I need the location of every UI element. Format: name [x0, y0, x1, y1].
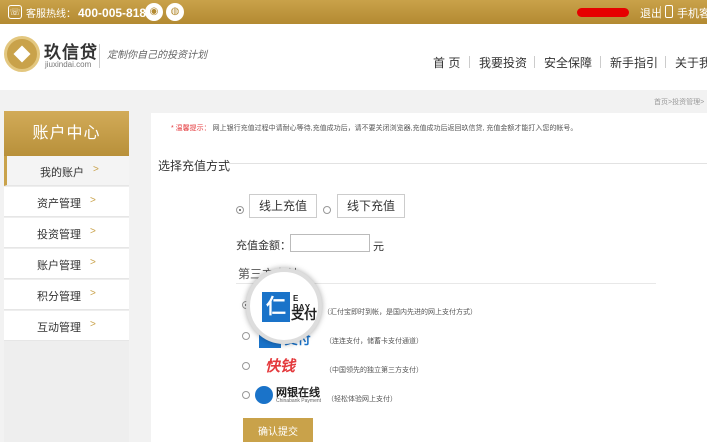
epay-logo-icon: 仁: [262, 292, 290, 322]
sidebar-item-investments[interactable]: 投资管理 >: [4, 218, 129, 248]
sidebar-item-assets[interactable]: 资产管理 >: [4, 187, 129, 217]
user-name-redacted: [577, 8, 629, 17]
notice-text: 网上银行充值过程中请耐心等待,充值成功后，请不要关闭浏览器,充值成功后返回玖信贷…: [212, 125, 578, 132]
sidebar-item-label: 资产管理: [37, 198, 81, 210]
submit-button[interactable]: 确认提交: [243, 418, 313, 442]
chevron-right-icon: >: [90, 226, 96, 237]
chinabank-logo-icon: [255, 386, 273, 404]
chevron-right-icon: >: [93, 164, 99, 175]
nav-divider: [469, 56, 470, 68]
top-bar: ☏ 客服热线：400-005-8181 ◉ ◍ 退出 手机客户端: [0, 0, 707, 24]
logout-link[interactable]: 退出: [640, 5, 662, 21]
chinabank-description: （轻松体验网上支付）: [327, 396, 397, 403]
kuaiqian-logo[interactable]: 快钱: [265, 355, 325, 377]
epay-description: （汇付宝即时到帐，是国内先进的网上支付方式）: [323, 309, 477, 316]
sidebar-item-interaction[interactable]: 互动管理 >: [4, 311, 129, 341]
slogan: 定制你自己的投资计划: [107, 50, 207, 61]
epay-logo-text: 支付: [291, 307, 318, 322]
chevron-right-icon: >: [90, 195, 96, 206]
account-sidebar: 账户中心 我的账户 > 资产管理 > 投资管理 > 账户管理 > 积分管理 > …: [4, 111, 129, 442]
online-recharge-radio[interactable]: [236, 206, 244, 214]
offline-recharge-button[interactable]: 线下充值: [337, 194, 405, 218]
chevron-right-icon: >: [90, 288, 96, 299]
notice-warning-label: * 温馨提示：: [171, 125, 211, 132]
nav-security[interactable]: 安全保障: [544, 54, 592, 71]
sidebar-item-label: 我的账户: [40, 167, 84, 179]
logo-domain: jiuxindai.com: [45, 60, 92, 69]
logo-icon[interactable]: [4, 36, 40, 72]
hotline-number: 400-005-8181: [78, 6, 153, 20]
sidebar-item-label: 互动管理: [37, 322, 81, 334]
online-recharge-button[interactable]: 线上充值: [249, 194, 317, 218]
kuaiqian-radio[interactable]: [242, 362, 250, 370]
wechat-icon[interactable]: ◍: [166, 3, 184, 21]
nav-divider: [534, 56, 535, 68]
nav-invest[interactable]: 我要投资: [479, 54, 527, 71]
section-title: 选择充值方式: [158, 159, 231, 173]
hotline-label: 客服热线：: [26, 9, 76, 20]
sidebar-item-label: 积分管理: [37, 291, 81, 303]
nav-about[interactable]: 关于我们: [675, 54, 707, 71]
sidebar-item-points[interactable]: 积分管理 >: [4, 280, 129, 310]
recharge-notice: * 温馨提示： 网上银行充值过程中请耐心等待,充值成功后，请不要关闭浏览器,充值…: [171, 123, 577, 133]
nav-divider: [600, 56, 601, 68]
magnifier-overlay: 仁 E PAY 支付: [246, 268, 322, 344]
breadcrumb[interactable]: 首页>投资管理>: [654, 97, 704, 107]
kuaiqian-description: （中国领先的独立第三方支付）: [325, 367, 423, 374]
offline-recharge-radio[interactable]: [323, 206, 331, 214]
customer-hotline: 客服热线： 400-005-8181: [26, 5, 153, 20]
amount-unit: 元: [373, 241, 384, 253]
nav-home[interactable]: 首 页: [433, 54, 460, 71]
recharge-panel: * 温馨提示： 网上银行充值过程中请耐心等待,充值成功后，请不要关闭浏览器,充值…: [151, 113, 707, 442]
sidebar-item-account-settings[interactable]: 账户管理 >: [4, 249, 129, 279]
chinabank-radio[interactable]: [242, 391, 250, 399]
section-divider: [229, 163, 707, 164]
sidebar-title: 账户中心: [4, 111, 129, 156]
topbar-divider: [660, 6, 661, 18]
logo-divider: [99, 44, 100, 68]
chevron-right-icon: >: [90, 257, 96, 268]
site-header: 玖信贷 jiuxindai.com 定制你自己的投资计划 首 页 我要投资 安全…: [0, 24, 707, 90]
amount-input[interactable]: [290, 234, 370, 252]
nav-guide[interactable]: 新手指引: [610, 54, 658, 71]
nav-divider: [665, 56, 666, 68]
lianlian-description: （连连支付，储蓄卡支付通道）: [325, 338, 423, 345]
sidebar-item-label: 账户管理: [37, 260, 81, 272]
amount-label: 充值金额：: [236, 240, 291, 252]
mobile-client-link[interactable]: 手机客户端: [677, 5, 707, 21]
chevron-right-icon: >: [90, 319, 96, 330]
lianlian-radio[interactable]: [242, 332, 250, 340]
mobile-icon: [665, 5, 673, 18]
chinabank-logo[interactable]: 网银在线 Chinabank Payment: [255, 384, 327, 408]
weibo-icon[interactable]: ◉: [145, 3, 163, 21]
sidebar-item-label: 投资管理: [37, 229, 81, 241]
phone-icon: ☏: [8, 5, 22, 19]
sidebar-item-my-account[interactable]: 我的账户 >: [4, 156, 129, 186]
chinabank-logo-subtext: Chinabank Payment: [276, 398, 322, 404]
